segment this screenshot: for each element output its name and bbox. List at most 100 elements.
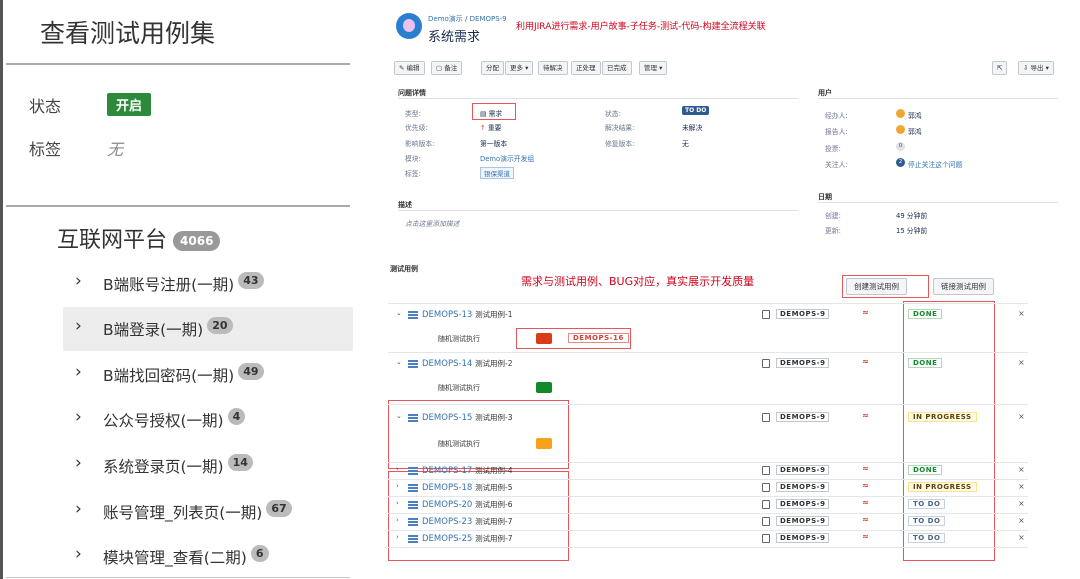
chevron-right-icon[interactable]: › bbox=[396, 499, 399, 507]
testcase-row[interactable]: ⌄ DEMOPS-15 测试用例-3 DEMOPS-9 ≈ IN PROGRES… bbox=[388, 406, 1028, 429]
module-label: 模块: bbox=[405, 155, 421, 163]
testcase-link[interactable]: DEMOPS-15 测试用例-3 bbox=[422, 412, 513, 423]
remove-icon[interactable]: × bbox=[1018, 499, 1025, 508]
folder-item[interactable]: › B端账号注册(一期) 43 bbox=[63, 262, 353, 306]
parent-key[interactable]: DEMOPS-9 bbox=[776, 412, 830, 422]
testcase-row[interactable]: ⌄ DEMOPS-14 测试用例-2 DEMOPS-9 ≈ DONE × bbox=[388, 352, 1028, 375]
folder-label: 模块管理_查看(二期) bbox=[103, 549, 247, 567]
folder-item[interactable]: › B端找回密码(一期) 49 bbox=[63, 353, 353, 397]
remove-icon[interactable]: × bbox=[1018, 358, 1025, 367]
execution-status-icon[interactable] bbox=[536, 333, 552, 344]
testcase-icon bbox=[408, 501, 418, 509]
chevron-right-icon[interactable]: › bbox=[396, 516, 399, 524]
chevron-right-icon[interactable]: › bbox=[396, 482, 399, 490]
testcase-row[interactable]: › DEMOPS-25 测试用例-7 DEMOPS-9 ≈ TO DO × bbox=[388, 530, 1028, 546]
execution-status-icon[interactable] bbox=[536, 382, 552, 393]
description-placeholder[interactable]: 点击这里添加描述 bbox=[405, 218, 459, 228]
votes-count[interactable]: 0 bbox=[896, 142, 905, 151]
in-progress-transition-button[interactable]: 正处理 bbox=[571, 61, 601, 75]
remove-icon[interactable]: × bbox=[1018, 465, 1025, 474]
chevron-right-icon[interactable]: › bbox=[396, 465, 399, 473]
link-testcase-button[interactable]: 链接测试用例 bbox=[933, 278, 994, 295]
testcase-row[interactable]: › DEMOPS-20 测试用例-6 DEMOPS-9 ≈ TO DO × bbox=[388, 496, 1028, 512]
stop-watching-link[interactable]: 停止关注这个问题 bbox=[908, 159, 962, 169]
execution-row: 随机测试执行 DEMOPS-16 bbox=[388, 327, 1028, 349]
parent-key[interactable]: DEMOPS-9 bbox=[776, 309, 830, 319]
parent-key[interactable]: DEMOPS-9 bbox=[776, 533, 830, 543]
testcase-icon bbox=[408, 467, 418, 475]
edit-button[interactable]: ✎ 编辑 bbox=[394, 61, 425, 75]
parent-key[interactable]: DEMOPS-9 bbox=[776, 482, 830, 492]
folder-item[interactable]: › 系统登录页(一期) 14 bbox=[63, 444, 353, 488]
todo-transition-button[interactable]: 待解决 bbox=[538, 61, 568, 75]
create-testcase-button[interactable]: 创建测试用例 bbox=[846, 278, 907, 295]
group-platform[interactable]: 互联网平台 4066 bbox=[57, 222, 221, 254]
share-icon[interactable]: ⇱ bbox=[992, 61, 1008, 75]
folder-count: 43 bbox=[238, 272, 264, 289]
remove-icon[interactable]: × bbox=[1018, 516, 1025, 525]
manage-button[interactable]: 管理 ▾ bbox=[639, 61, 668, 75]
label-tag[interactable]: 银保渠道 bbox=[480, 167, 514, 179]
divider bbox=[6, 205, 350, 207]
reporter-value[interactable]: 郭鸿 bbox=[908, 126, 922, 136]
chevron-right-icon[interactable]: › bbox=[396, 533, 399, 541]
execution-label: 随机测试执行 bbox=[438, 384, 480, 392]
testcase-link[interactable]: DEMOPS-14 测试用例-2 bbox=[422, 358, 513, 369]
divider bbox=[388, 547, 1028, 548]
status-lozenge: IN PROGRESS bbox=[908, 412, 977, 422]
bug-link[interactable]: DEMOPS-16 bbox=[568, 333, 629, 343]
testcase-icon bbox=[408, 535, 418, 543]
assign-button[interactable]: 分配 bbox=[481, 61, 504, 75]
comment-button[interactable]: ▢ 备注 bbox=[431, 61, 463, 75]
module-link[interactable]: Demo演示开发组 bbox=[480, 153, 534, 163]
folder-item[interactable]: › 账号管理_列表页(一期) 67 bbox=[63, 490, 353, 534]
parent-key[interactable]: DEMOPS-9 bbox=[776, 358, 830, 368]
export-button[interactable]: ⇩ 导出 ▾ bbox=[1018, 61, 1054, 75]
votes-label: 投票: bbox=[825, 145, 841, 153]
testcase-link[interactable]: DEMOPS-18 测试用例-5 bbox=[422, 482, 513, 493]
group-count-badge: 4066 bbox=[173, 231, 221, 251]
breadcrumb-project-link[interactable]: Demo演示 bbox=[428, 15, 463, 23]
remove-icon[interactable]: × bbox=[1018, 482, 1025, 491]
testcase-row[interactable]: › DEMOPS-18 测试用例-5 DEMOPS-9 ≈ IN PROGRES… bbox=[388, 479, 1028, 495]
testcase-link[interactable]: DEMOPS-13 测试用例-1 bbox=[422, 309, 513, 320]
user-avatar-icon bbox=[896, 125, 905, 134]
chevron-down-icon[interactable]: ⌄ bbox=[396, 412, 402, 420]
testcase-link[interactable]: DEMOPS-20 测试用例-6 bbox=[422, 499, 513, 510]
panel-title: 查看测试用例集 bbox=[40, 19, 216, 48]
status-lozenge: DONE bbox=[908, 358, 943, 368]
parent-key[interactable]: DEMOPS-9 bbox=[776, 465, 830, 475]
parent-key[interactable]: DEMOPS-9 bbox=[776, 516, 830, 526]
chevron-down-icon[interactable]: ⌄ bbox=[396, 358, 402, 366]
folder-item[interactable]: › 模块管理_查看(二期) 6 bbox=[63, 535, 353, 579]
folder-item[interactable]: › 公众号授权(一期) 4 bbox=[63, 398, 353, 442]
more-button[interactable]: 更多 ▾ bbox=[505, 61, 534, 75]
document-icon bbox=[762, 466, 770, 475]
testcase-row[interactable]: › DEMOPS-17 测试用例-4 DEMOPS-9 ≈ DONE × bbox=[388, 462, 1028, 478]
testcase-link[interactable]: DEMOPS-23 测试用例-7 bbox=[422, 516, 513, 527]
chevron-down-icon[interactable]: ⌄ bbox=[396, 309, 402, 317]
type-label: 类型: bbox=[405, 110, 421, 118]
affects-version-label: 影响版本: bbox=[405, 140, 435, 148]
done-transition-button[interactable]: 已完成 bbox=[602, 61, 632, 75]
testcase-row[interactable]: › DEMOPS-23 测试用例-7 DEMOPS-9 ≈ TO DO × bbox=[388, 513, 1028, 529]
testcase-link[interactable]: DEMOPS-17 测试用例-4 bbox=[422, 465, 513, 476]
testcase-row[interactable]: ⌄ DEMOPS-13 测试用例-1 DEMOPS-9 ≈ DONE × bbox=[388, 303, 1028, 326]
testcase-link[interactable]: DEMOPS-25 测试用例-7 bbox=[422, 533, 513, 544]
status-lozenge: TO DO bbox=[908, 516, 946, 526]
folder-count: 6 bbox=[250, 545, 269, 562]
assignee-value[interactable]: 郭鸿 bbox=[908, 110, 922, 120]
updated-value: 15 分钟前 bbox=[896, 227, 928, 235]
remove-icon[interactable]: × bbox=[1018, 412, 1025, 421]
remove-icon[interactable]: × bbox=[1018, 309, 1025, 318]
chevron-right-icon: › bbox=[75, 453, 82, 473]
priority-high-icon: ≈ bbox=[862, 464, 869, 473]
execution-status-icon[interactable] bbox=[536, 438, 552, 449]
remove-icon[interactable]: × bbox=[1018, 533, 1025, 542]
document-icon: ▤ bbox=[480, 110, 489, 118]
watchers-count[interactable]: 2 bbox=[896, 158, 905, 167]
project-avatar-icon[interactable] bbox=[396, 13, 422, 39]
folder-item-selected[interactable]: › B端登录(一期) 20 bbox=[63, 307, 353, 351]
breadcrumb-issue-link[interactable]: DEMOPS-9 bbox=[470, 15, 507, 23]
parent-key[interactable]: DEMOPS-9 bbox=[776, 499, 830, 509]
